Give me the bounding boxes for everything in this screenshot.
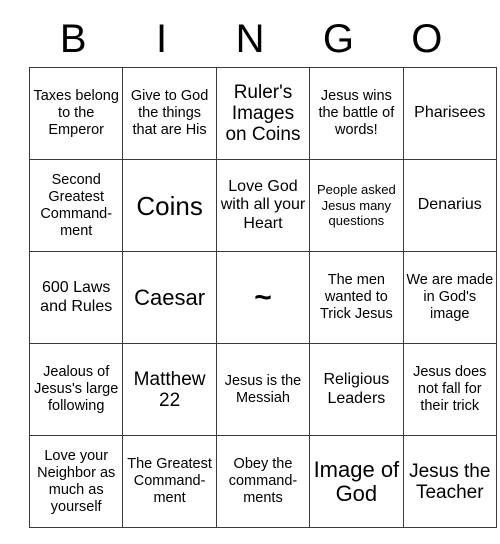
bingo-cell-i4[interactable]: Matthew 22	[122, 343, 217, 436]
bingo-row: Jealous of Jesus's large following Matth…	[28, 343, 497, 436]
bingo-cell-g3[interactable]: The men wanted to Trick Jesus	[309, 251, 404, 344]
bingo-cell-g4[interactable]: Religious Leaders	[309, 343, 404, 436]
bingo-cell-g2[interactable]: People asked Jesus many questions	[309, 159, 404, 252]
bingo-header: B I N G O	[29, 10, 471, 67]
bingo-row: Love your Neighbor as much as yourself T…	[28, 435, 497, 528]
bingo-grid: Taxes belong to the Emperor Give to God …	[28, 67, 497, 528]
bingo-cell-g5[interactable]: Image of God	[309, 435, 404, 528]
bingo-cell-b3[interactable]: 600 Laws and Rules	[28, 251, 124, 344]
bingo-cell-n1[interactable]: Ruler's Images on Coins	[215, 67, 311, 160]
bingo-cell-n2[interactable]: Love God with all your Heart	[215, 159, 311, 252]
bingo-header-letter-o: O	[411, 16, 443, 61]
bingo-header-letter-g: G	[322, 16, 354, 61]
bingo-cell-g1[interactable]: Jesus wins the battle of words!	[309, 67, 404, 160]
bingo-card: B I N G O Taxes belong to the Emperor Gi…	[28, 10, 497, 528]
bingo-cell-i1[interactable]: Give to God the things that are His	[122, 67, 217, 160]
bingo-header-letter-i: I	[156, 16, 168, 61]
bingo-cell-o4[interactable]: Jesus does not fall for their trick	[402, 343, 497, 436]
bingo-cell-n4[interactable]: Jesus is the Messiah	[215, 343, 311, 436]
bingo-cell-b5[interactable]: Love your Neighbor as much as yourself	[28, 435, 124, 528]
bingo-cell-i2[interactable]: Coins	[122, 159, 217, 252]
bingo-cell-b1[interactable]: Taxes belong to the Emperor	[28, 67, 124, 160]
bingo-cell-o2[interactable]: Denarius	[402, 159, 497, 252]
bingo-header-letter-n: N	[235, 16, 265, 61]
bingo-cell-b2[interactable]: Second Greatest Command-ment	[28, 159, 124, 252]
bingo-cell-b4[interactable]: Jealous of Jesus's large following	[28, 343, 124, 436]
bingo-cell-o5[interactable]: Jesus the Teacher	[402, 435, 497, 528]
bingo-row: Second Greatest Command-ment Coins Love …	[28, 159, 497, 252]
bingo-row: 600 Laws and Rules Caesar ~ The men want…	[28, 251, 497, 344]
bingo-cell-o1[interactable]: Pharisees	[402, 67, 497, 160]
bingo-header-letter-b: B	[59, 16, 87, 61]
bingo-cell-o3[interactable]: We are made in God's image	[402, 251, 497, 344]
bingo-row: Taxes belong to the Emperor Give to God …	[28, 67, 497, 160]
bingo-cell-i5[interactable]: The Greatest Command-ment	[122, 435, 217, 528]
bingo-cell-i3[interactable]: Caesar	[122, 251, 217, 344]
bingo-cell-n5[interactable]: Obey the command-ments	[215, 435, 311, 528]
bingo-cell-free-space[interactable]: ~	[215, 251, 311, 344]
